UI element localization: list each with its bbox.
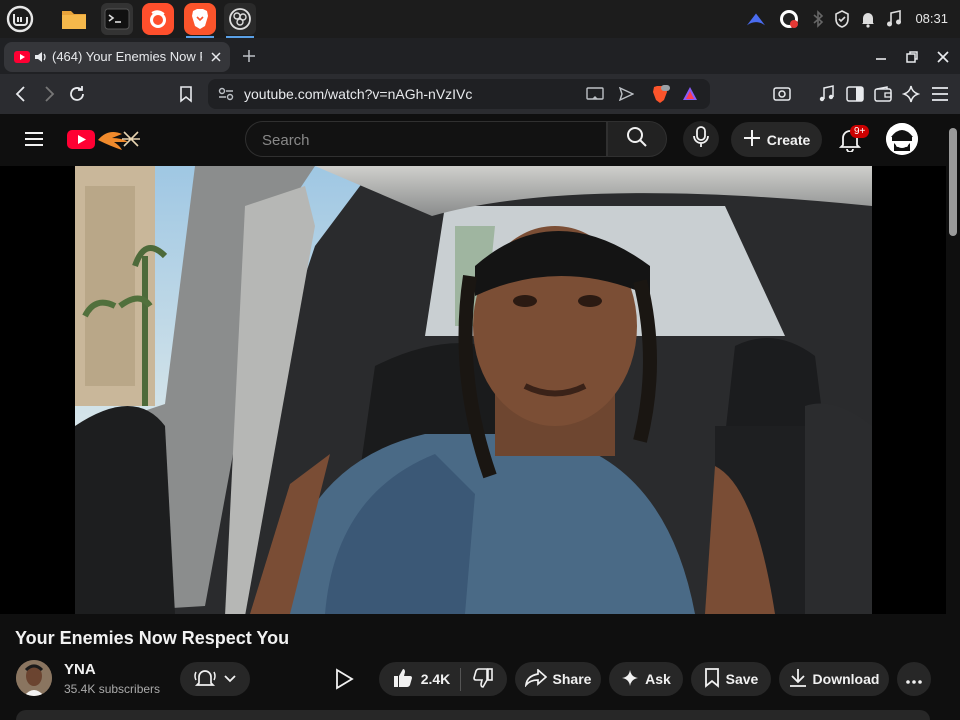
bell-ringing-icon <box>193 667 217 692</box>
terminal-icon[interactable] <box>101 3 133 35</box>
like-dislike-group: 2.4K <box>379 662 507 696</box>
thumbs-up-icon <box>393 668 413 691</box>
ask-label: Ask <box>645 671 671 687</box>
youtube-favicon-icon <box>14 50 30 69</box>
sidebar-toggle-icon[interactable] <box>846 85 864 108</box>
search-button[interactable] <box>607 121 667 157</box>
thumbs-down-icon <box>473 667 494 691</box>
media-controls-icon[interactable] <box>818 85 836 108</box>
notifications-button[interactable]: 9+ <box>837 125 870 153</box>
chevron-down-icon <box>223 671 237 687</box>
wallet-icon[interactable] <box>874 85 892 108</box>
cast-icon[interactable] <box>586 86 604 107</box>
search-box[interactable] <box>245 121 607 157</box>
channel-name[interactable]: YNA <box>64 661 96 678</box>
new-tab-icon[interactable] <box>242 49 256 68</box>
bluetooth-icon[interactable] <box>808 9 828 29</box>
save-label: Save <box>725 671 759 687</box>
sparkle-icon <box>621 669 639 690</box>
download-icon <box>789 668 807 691</box>
scrollbar-thumb[interactable] <box>949 128 957 236</box>
brave-taskbar-icon[interactable] <box>184 3 216 38</box>
bookmark-save-icon <box>704 667 720 691</box>
obs-tray-icon[interactable] <box>779 9 799 29</box>
files-icon[interactable] <box>58 3 90 35</box>
system-clock[interactable]: 08:31 <box>915 11 948 26</box>
mint-menu-icon[interactable] <box>4 3 36 35</box>
brave-rewards-icon[interactable] <box>682 86 698 106</box>
video-thumbnail-image <box>75 166 872 614</box>
create-button[interactable]: Create <box>731 122 822 157</box>
notification-count-badge: 9+ <box>850 125 870 138</box>
share-icon <box>524 667 547 690</box>
speaker-icon[interactable] <box>34 50 48 69</box>
music-note-icon[interactable] <box>884 9 904 29</box>
leo-ai-icon[interactable] <box>901 84 921 109</box>
shield-icon[interactable] <box>832 9 852 29</box>
reload-icon[interactable] <box>67 84 87 109</box>
microphone-icon <box>693 125 709 153</box>
subscription-bell-button[interactable] <box>180 662 250 696</box>
vpn-icon[interactable] <box>746 9 766 29</box>
back-icon[interactable] <box>12 85 30 108</box>
ask-button[interactable]: Ask <box>609 662 683 696</box>
tab-title: (464) Your Enemies Now Re <box>52 49 202 64</box>
play-outline-icon[interactable] <box>334 668 354 695</box>
dislike-button[interactable] <box>467 667 494 691</box>
like-button[interactable]: 2.4K <box>393 667 462 691</box>
browser-tab-active[interactable]: (464) Your Enemies Now Re <box>4 42 230 72</box>
search-icon <box>626 126 648 153</box>
site-settings-icon[interactable] <box>218 87 234 106</box>
notification-tray-icon[interactable] <box>858 9 878 29</box>
subscriber-count: 35.4K subscribers <box>64 682 161 696</box>
plus-icon <box>743 129 761 150</box>
forward-icon[interactable] <box>40 85 58 108</box>
browser-menu-icon[interactable] <box>931 86 949 107</box>
video-title: Your Enemies Now Respect You <box>15 628 290 648</box>
close-window-icon[interactable] <box>936 50 950 69</box>
system-taskbar: 08:31 <box>0 0 960 38</box>
brave-shields-icon[interactable] <box>650 84 670 109</box>
account-avatar[interactable] <box>886 123 918 155</box>
bookmark-icon[interactable] <box>178 85 194 108</box>
save-button[interactable]: Save <box>691 662 771 696</box>
download-button[interactable]: Download <box>779 662 889 696</box>
voice-search-button[interactable] <box>683 121 719 157</box>
download-label: Download <box>812 671 880 687</box>
url-text[interactable]: youtube.com/watch?v=nAGh-nVzIVc <box>244 86 472 102</box>
obs-icon[interactable] <box>224 3 256 38</box>
channel-avatar[interactable] <box>16 660 52 696</box>
more-actions-button[interactable] <box>897 662 931 696</box>
more-horizontal-icon <box>906 671 922 687</box>
tab-close-icon[interactable] <box>210 50 222 68</box>
share-button[interactable]: Share <box>515 662 601 696</box>
send-icon[interactable] <box>618 86 635 106</box>
search-input[interactable] <box>260 129 584 151</box>
like-count: 2.4K <box>420 671 451 687</box>
minimize-icon[interactable] <box>874 50 888 69</box>
address-bar[interactable]: youtube.com/watch?v=nAGh-nVzIVc <box>208 79 710 109</box>
share-label: Share <box>552 671 592 687</box>
firefox-icon[interactable] <box>142 3 174 35</box>
description-box-edge[interactable] <box>16 710 930 720</box>
maximize-icon[interactable] <box>905 50 919 69</box>
youtube-logo[interactable] <box>66 126 152 157</box>
video-frame[interactable] <box>75 166 872 614</box>
hamburger-menu-icon[interactable] <box>24 130 44 153</box>
screenshot-icon[interactable] <box>773 85 791 108</box>
create-label: Create <box>766 131 811 148</box>
